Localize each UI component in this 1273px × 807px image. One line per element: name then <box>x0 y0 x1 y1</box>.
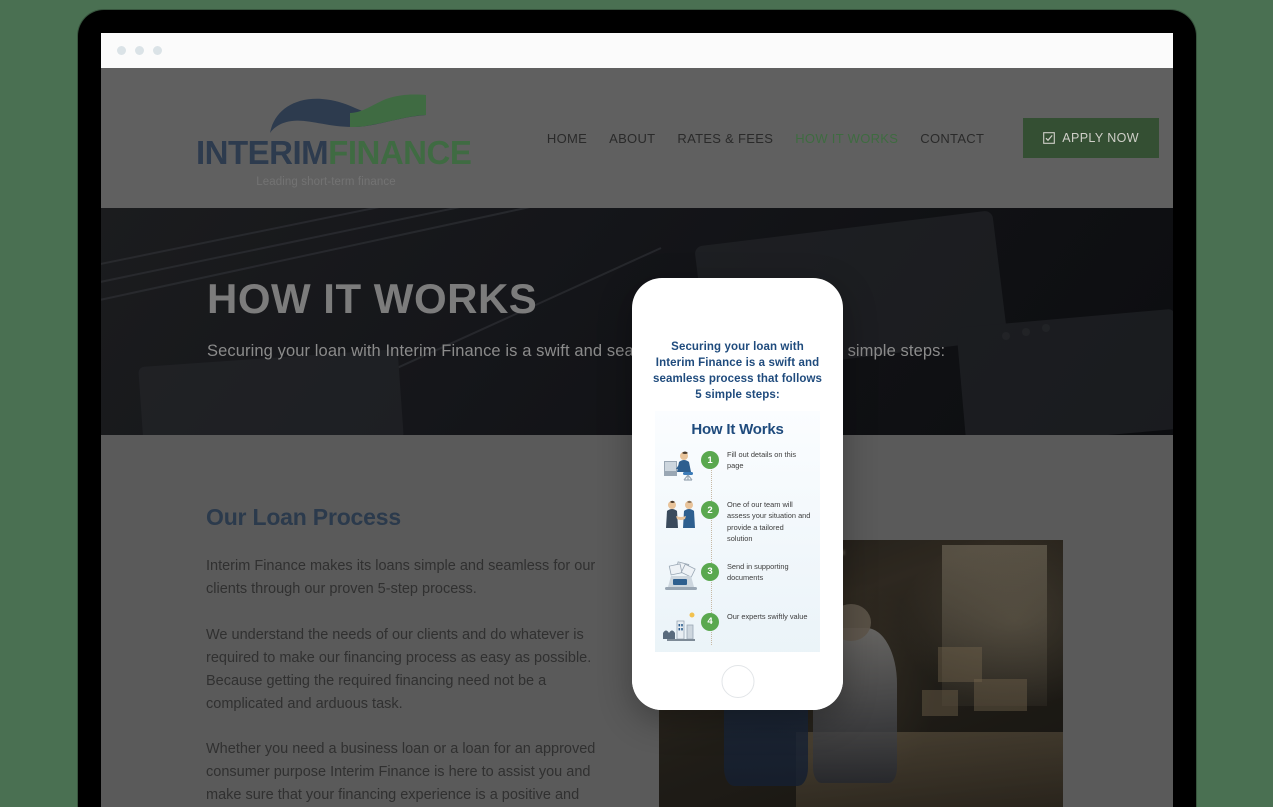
site-logo[interactable]: INTERIMFINANCE Leading short-term financ… <box>196 89 472 188</box>
logo-word-secondary: FINANCE <box>328 133 472 171</box>
how-it-works-infographic: How It Works 1 Fill out details on this … <box>655 411 820 663</box>
check-square-icon <box>1043 132 1056 144</box>
phone-mockup-modal[interactable]: Securing your loan with Interim Finance … <box>632 278 843 710</box>
logo-word-primary: INTERIM <box>196 133 329 171</box>
window-close-dot[interactable] <box>117 46 126 55</box>
logo-wordmark: INTERIMFINANCE <box>196 133 472 171</box>
person-at-desk-icon <box>661 449 701 483</box>
step-number-badge: 4 <box>701 612 719 631</box>
logo-tagline: Leading short-term finance <box>256 175 396 188</box>
site-header: INTERIMFINANCE Leading short-term financ… <box>101 68 1173 208</box>
step-number-badge: 3 <box>701 562 719 581</box>
step-item: 1 Fill out details on this page <box>655 449 820 483</box>
loan-process-text-column: Our Loan Process Interim Finance makes i… <box>101 435 661 807</box>
handshake-icon <box>661 499 701 533</box>
home-button[interactable] <box>721 665 754 698</box>
window-minimize-dot[interactable] <box>135 46 144 55</box>
apply-now-button[interactable]: APPLY NOW <box>1023 118 1159 158</box>
nav-item-about[interactable]: ABOUT <box>609 131 655 146</box>
documents-laptop-icon <box>661 561 701 595</box>
window-maximize-dot[interactable] <box>153 46 162 55</box>
main-navigation: HOME ABOUT RATES & FEES HOW IT WORKS CON… <box>547 118 1168 158</box>
nav-item-how-it-works[interactable]: HOW IT WORKS <box>795 131 898 146</box>
step-description: Send in supporting documents <box>727 561 789 583</box>
steps-list: 1 Fill out details on this page 2 One of… <box>655 438 820 645</box>
phone-intro-text: Securing your loan with Interim Finance … <box>652 341 823 401</box>
step-description: Our experts swiftly value <box>727 611 808 621</box>
nav-item-contact[interactable]: CONTACT <box>920 131 984 146</box>
section-heading: Our Loan Process <box>206 504 401 530</box>
browser-window: INTERIMFINANCE Leading short-term financ… <box>101 33 1173 807</box>
body-paragraph-3: Whether you need a business loan or a lo… <box>206 741 596 804</box>
apply-now-label: APPLY NOW <box>1062 131 1139 145</box>
nav-item-rates-and-fees[interactable]: RATES & FEES <box>677 131 773 146</box>
property-valuation-icon <box>661 611 701 645</box>
page-viewport: INTERIMFINANCE Leading short-term financ… <box>101 68 1173 807</box>
body-paragraph-1: Interim Finance makes its loans simple a… <box>206 558 596 597</box>
step-item: 3 Send in supporting documents <box>655 561 820 595</box>
nav-item-home[interactable]: HOME <box>547 131 587 146</box>
step-number-badge: 1 <box>701 451 719 469</box>
step-number-badge: 2 <box>701 501 719 519</box>
infographic-title: How It Works <box>691 421 784 438</box>
step-item: 2 One of our team will assess your situa… <box>655 499 820 545</box>
browser-chrome <box>101 33 1173 68</box>
wave-swoosh-icon <box>196 93 456 135</box>
step-description: Fill out details on this page <box>727 450 797 471</box>
body-paragraph-2: We understand the needs of our clients a… <box>206 626 592 712</box>
step-description: One of our team will assess your situati… <box>727 500 811 544</box>
step-item: 4 Our experts swiftly value <box>655 611 820 645</box>
